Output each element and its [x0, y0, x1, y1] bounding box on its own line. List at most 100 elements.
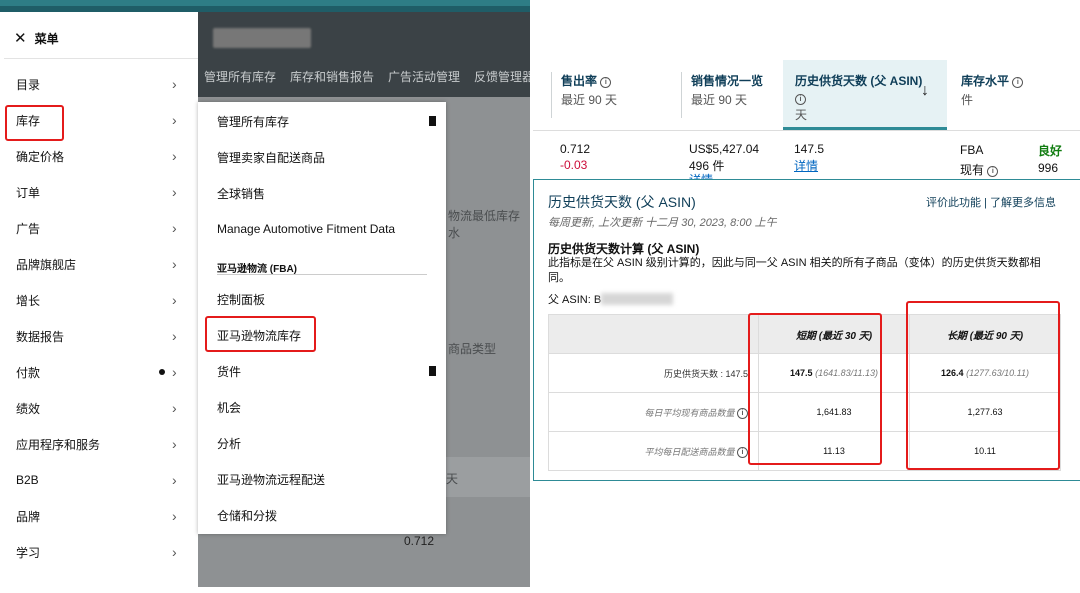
tab-subtitle: 最近 90 天	[691, 93, 748, 107]
row-label: 每日平均现有商品数量	[644, 407, 735, 418]
submenu-item-automotive-fitment[interactable]: Manage Automotive Fitment Data	[198, 211, 446, 247]
tab-subtitle: 天	[795, 108, 808, 122]
calc-description: 此指标是在父 ASIN 级别计算的，因此与同一父 ASIN 相关的所有子商品（变…	[548, 257, 1041, 284]
info-icon[interactable]: i	[795, 94, 806, 105]
highlight-fba-inventory	[205, 316, 316, 352]
chevron-right-icon: ›	[172, 328, 177, 344]
menu-item-orders[interactable]: 订单 ›	[4, 174, 198, 210]
info-icon[interactable]: i	[737, 446, 748, 458]
row-label: 平均每日配送商品数量	[644, 446, 735, 457]
menu-item-learn[interactable]: 学习 ›	[4, 534, 198, 570]
tab-sell-through[interactable]: 售出率 i 最近 90 天	[561, 60, 681, 142]
submenu-item-global-selling[interactable]: 全球销售	[198, 175, 446, 211]
tab-historical-days-supply[interactable]: 历史供货天数 (父 ASIN) i 天 ↓	[783, 60, 947, 130]
submenu-item-label: 分析	[217, 436, 242, 451]
menu-item-reports[interactable]: 数据报告 ›	[4, 318, 198, 354]
link-separator: |	[984, 197, 987, 209]
submenu-item-label: 管理卖家自配送商品	[217, 150, 326, 165]
background-text: 天	[446, 472, 459, 486]
submenu-item-label: 控制面板	[217, 292, 266, 307]
tab-title: 历史供货天数 (父 ASIN)	[795, 74, 923, 88]
days-supply-value: 147.5	[794, 142, 825, 156]
menu-item-b2b[interactable]: B2B ›	[4, 462, 198, 498]
submenu-item-remote-fulfillment[interactable]: 亚马逊物流远程配送	[198, 461, 446, 497]
submenu-item-manage-fbm[interactable]: 管理卖家自配送商品	[198, 139, 446, 175]
menu-item-growth[interactable]: 增长 ›	[4, 282, 198, 318]
divider	[551, 72, 552, 118]
submenu-item-storage-distribution[interactable]: 仓储和分拨	[198, 497, 446, 533]
submenu-item-label: 亚马逊物流远程配送	[217, 472, 326, 487]
close-icon[interactable]: ✕	[14, 31, 27, 46]
menu-title: 菜单	[34, 32, 59, 46]
sales-details-link[interactable]: 详情	[689, 171, 713, 179]
menu-item-label: 增长	[16, 293, 41, 308]
menu-item-catalog[interactable]: 目录 ›	[4, 66, 198, 102]
chevron-right-icon: ›	[172, 436, 177, 452]
background-text: 商品类型	[448, 342, 497, 356]
fba-label: FBA	[960, 143, 984, 157]
submenu-item-opportunities[interactable]: 机会	[198, 389, 446, 425]
tab-inventory-level[interactable]: 库存水平 i 件	[961, 60, 1071, 142]
submenu-item-label: 管理所有库存	[217, 114, 290, 129]
background-text: 物流最低库存水	[448, 209, 521, 240]
menu-item-pricing[interactable]: 确定价格 ›	[4, 138, 198, 174]
table-corner-cell	[548, 314, 759, 354]
header-nav-item[interactable]: 反馈管理器	[474, 68, 530, 85]
highlight-long-term	[906, 301, 1060, 470]
chevron-right-icon: ›	[172, 508, 177, 524]
menu-item-stores[interactable]: 品牌旗舰店 ›	[4, 246, 198, 282]
sell-through-value: 0.712	[560, 142, 591, 156]
bookmark-icon[interactable]	[429, 116, 436, 129]
chevron-right-icon: ›	[172, 184, 177, 200]
bookmark-icon[interactable]	[429, 366, 436, 379]
menu-item-performance[interactable]: 绩效 ›	[4, 390, 198, 426]
header-nav-item[interactable]: 广告活动管理	[388, 68, 460, 85]
menu-item-label: 品牌旗舰店	[16, 257, 77, 272]
chevron-right-icon: ›	[172, 292, 177, 308]
sell-through-change: -0.03	[560, 158, 588, 172]
days-supply-details-link[interactable]: 详情	[794, 157, 818, 174]
popover-updated: 每周更新, 上次更新 十二月 30, 2023, 8:00 上午	[548, 217, 777, 229]
info-icon[interactable]: i	[737, 407, 748, 419]
menu-item-brands[interactable]: 品牌 ›	[4, 498, 198, 534]
info-icon[interactable]: i	[1012, 77, 1024, 88]
store-logo-blurred	[213, 28, 311, 48]
parent-asin: 父 ASIN: B	[548, 291, 674, 307]
submenu-item-dashboard[interactable]: 控制面板	[198, 281, 446, 317]
calc-heading: 历史供货天数计算 (父 ASIN)	[548, 242, 700, 256]
menu-item-label: B2B	[16, 473, 39, 487]
chevron-right-icon: ›	[172, 400, 177, 416]
tab-subtitle: 件	[961, 93, 974, 107]
header-nav-item[interactable]: 管理所有库存	[204, 68, 276, 85]
menu-item-label: 学习	[16, 545, 41, 560]
tab-title: 库存水平	[961, 74, 1010, 88]
menu-item-label: 品牌	[16, 509, 41, 524]
menu-item-apps[interactable]: 应用程序和服务 ›	[4, 426, 198, 462]
menu-item-advertising[interactable]: 广告 ›	[4, 210, 198, 246]
info-icon[interactable]: i	[600, 77, 612, 88]
header-nav-item[interactable]: 库存和销售报告	[290, 68, 374, 85]
tab-sales-overview[interactable]: 销售情况一览 最近 90 天	[691, 60, 781, 142]
divider	[681, 72, 682, 118]
learn-more-link[interactable]: 了解更多信息	[990, 197, 1056, 209]
chevron-right-icon: ›	[172, 112, 177, 128]
submenu-section-fba: 亚马逊物流 (FBA)	[217, 264, 297, 275]
submenu-item-shipments[interactable]: 货件	[198, 353, 446, 389]
submenu-item-label: 机会	[217, 400, 242, 415]
rate-feature-link[interactable]: 评价此功能	[926, 197, 981, 209]
menu-item-label: 绩效	[16, 401, 41, 416]
tab-title: 售出率	[561, 74, 598, 88]
fba-status: 良好	[1038, 144, 1063, 158]
info-icon[interactable]: i	[987, 166, 999, 177]
submenu-item-manage-all-inventory[interactable]: 管理所有库存	[198, 103, 446, 139]
tab-subtitle: 最近 90 天	[561, 93, 618, 107]
menu-item-payments[interactable]: 付款 ›	[4, 354, 198, 390]
menu-item-label: 付款	[16, 365, 41, 380]
sort-arrow-down-icon[interactable]: ↓	[921, 82, 929, 100]
divider	[4, 58, 198, 59]
background-text: 0.712	[404, 534, 435, 548]
menu-header[interactable]: ✕ 菜单	[14, 30, 59, 47]
highlight-inventory	[5, 105, 64, 141]
menu-item-label: 订单	[16, 185, 41, 200]
submenu-item-analytics[interactable]: 分析	[198, 425, 446, 461]
